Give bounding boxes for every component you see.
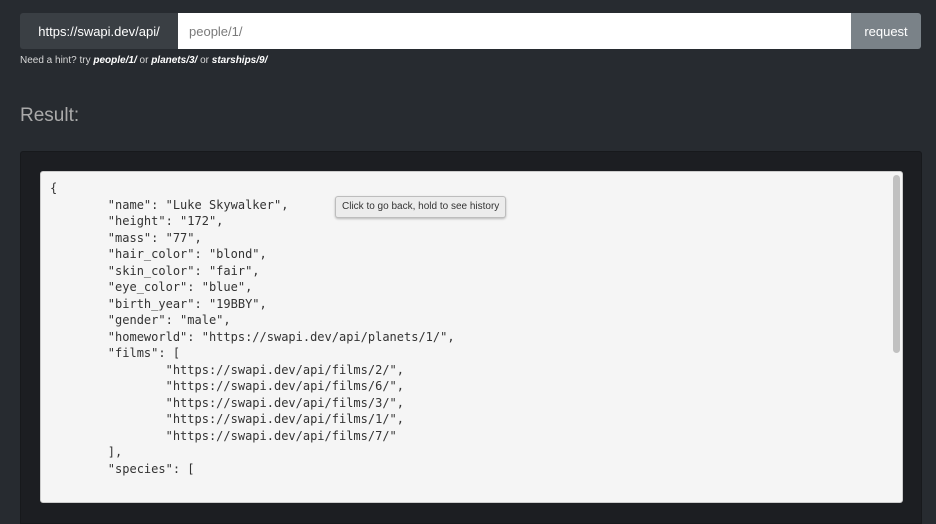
hint-text: Need a hint? try people/1/ or planets/3/… [20, 55, 267, 66]
result-json-text: { "name": "Luke Skywalker", "height": "1… [50, 181, 455, 476]
page-title-sliver [0, 0, 936, 8]
hint-link-people[interactable]: people/1/ [93, 55, 136, 66]
url-prefix-addon: https://swapi.dev/api/ [20, 13, 178, 49]
hint-lead: Need a hint? try [20, 55, 94, 66]
back-button-tooltip: Click to go back, hold to see history [335, 196, 507, 218]
hint-link-starships[interactable]: starships/9/ [212, 55, 268, 66]
hint-or-2: or [197, 55, 212, 66]
scrollbar-thumb[interactable] [893, 175, 900, 353]
result-heading: Result: [20, 105, 80, 126]
url-bar: https://swapi.dev/api/ request [20, 13, 921, 49]
url-path-input[interactable] [178, 13, 851, 49]
request-button[interactable]: request [851, 13, 921, 49]
page: https://swapi.dev/api/ request Need a hi… [0, 0, 936, 524]
hint-link-planets[interactable]: planets/3/ [151, 55, 197, 66]
hint-or-1: or [136, 55, 152, 66]
result-json-box[interactable]: { "name": "Luke Skywalker", "height": "1… [40, 171, 903, 503]
